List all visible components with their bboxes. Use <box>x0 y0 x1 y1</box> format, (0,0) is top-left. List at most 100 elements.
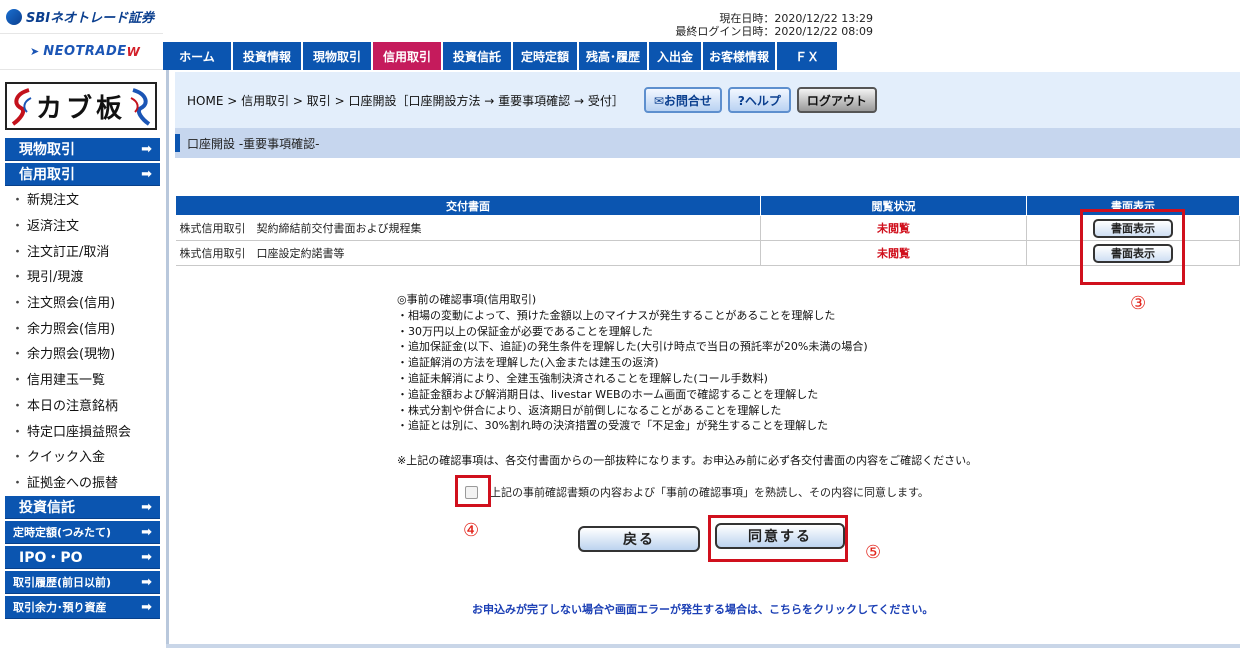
sidebar-teiji[interactable]: 定時定額(つみたて) ➡ <box>5 521 160 545</box>
sidebar-subitem[interactable]: ・注文訂正/取消 <box>5 237 163 263</box>
sidebar-subitem-label: 証拠金への振替 <box>27 475 119 491</box>
sidebar-shinyo-label: 信用取引 <box>19 167 75 183</box>
tab-3[interactable]: 信用取引 <box>373 42 443 70</box>
tab-6[interactable]: 残高･履歴 <box>579 42 649 70</box>
bullet-icon: ・ <box>11 193 25 209</box>
sidebar-rireki-label: 取引履歴(前日以前) <box>13 576 112 590</box>
tab-4[interactable]: 投資信託 <box>443 42 513 70</box>
sidebar-shinyo[interactable]: 信用取引 ➡ <box>5 163 160 186</box>
bottom-border <box>166 644 1240 648</box>
sidebar-teiji-label: 定時定額(つみたて) <box>13 526 112 540</box>
sidebar-yoryoku-label: 取引余力･預り資産 <box>13 601 107 615</box>
dragon-swirl-right-icon <box>130 88 151 126</box>
breadcrumb[interactable]: HOME > 信用取引 > 取引 > 口座開設［口座開設方法 → 重要事項確認 … <box>187 92 624 109</box>
tab-7[interactable]: 入出金 <box>649 42 703 70</box>
tab-2[interactable]: 現物取引 <box>303 42 373 70</box>
bullet-icon: ・ <box>11 398 25 414</box>
agree-text: 上記の事前確認書類の内容および「事前の確認事項」を熟読し、その内容に同意します。 <box>490 486 929 499</box>
left-sidebar: SBIネオトレード証券 ➤ NEOTRADE W カブ板 現物取引 ➡ 信用取引… <box>0 0 163 648</box>
highlight-box-4 <box>455 475 491 507</box>
content-divider <box>166 70 169 648</box>
col-view-status: 閲覧状況 <box>760 195 1027 216</box>
section-marker <box>175 134 180 152</box>
neotrade-logo[interactable]: ➤ NEOTRADE W <box>0 34 163 70</box>
sidebar-subitem[interactable]: ・信用建玉一覧 <box>5 366 163 392</box>
sidebar-subitem[interactable]: ・返済注文 <box>5 212 163 238</box>
sidebar-subitem[interactable]: ・本日の注意銘柄 <box>5 392 163 418</box>
arrow-right-icon: ➡ <box>141 599 152 615</box>
kabuita-text: カブ板 <box>35 93 126 124</box>
sidebar-subitem-label: 現引/現渡 <box>27 270 84 286</box>
time-info: 現在日時：2020/12/22 13:29 最終ログイン日時：2020/12/2… <box>643 12 873 38</box>
neotrade-arrow-icon: ➤ <box>30 45 40 58</box>
document-name: 株式信用取引 口座設定約諾書等 <box>175 240 761 266</box>
note-line: ・追証解消の方法を理解した(入金または建玉の返済) <box>397 356 659 370</box>
document-name: 株式信用取引 契約締結前交付書面および規程集 <box>175 215 761 241</box>
current-time: 現在日時：2020/12/22 13:29 <box>719 12 873 25</box>
tab-9[interactable]: ＦＸ <box>777 42 839 70</box>
sbi-logo[interactable]: SBIネオトレード証券 <box>0 0 163 34</box>
sidebar-subitem-label: 余力照会(現物) <box>27 347 116 363</box>
sidebar-ipo[interactable]: IPO・PO ➡ <box>5 546 160 570</box>
arrow-right-icon: ➡ <box>141 524 152 540</box>
sidebar-subitem-label: 注文訂正/取消 <box>27 244 110 260</box>
sbi-logo-text: SBIネオトレード証券 <box>26 11 155 26</box>
note-line: ・追証金額および解消期日は、livestar WEBのホーム画面で確認することを… <box>397 387 819 401</box>
view-status: 未閲覧 <box>760 240 1027 266</box>
note-line: ◎事前の確認事項(信用取引) <box>397 293 537 306</box>
error-help-link[interactable]: お申込みが完了しない場合や画面エラーが発生する場合は、こちらをクリックしてくださ… <box>472 601 933 617</box>
tab-5[interactable]: 定時定額 <box>513 42 579 70</box>
sidebar-subitem-label: 本日の注意銘柄 <box>27 398 119 414</box>
kabuita-banner[interactable]: カブ板 <box>5 82 157 130</box>
note-line: ・相場の変動によって、預けた金額以上のマイナスが発生することがあることを理解した <box>397 308 836 322</box>
sidebar-toushin-label: 投資信託 <box>19 500 75 517</box>
logout-button[interactable]: ログアウト <box>796 87 877 113</box>
sidebar-subitem[interactable]: ・新規注文 <box>5 186 163 212</box>
confirmation-notes: ◎事前の確認事項(信用取引) ・相場の変動によって、預けた金額以上のマイナスが発生… <box>397 292 868 434</box>
bullet-icon: ・ <box>11 244 25 260</box>
sidebar-genbutsu[interactable]: 現物取引 ➡ <box>5 138 160 161</box>
arrow-right-icon: ➡ <box>141 549 152 565</box>
sidebar-subitem[interactable]: ・証拠金への振替 <box>5 469 163 495</box>
sidebar-yoryoku[interactable]: 取引余力･預り資産 ➡ <box>5 596 160 620</box>
sidebar-subitem[interactable]: ・特定口座損益照会 <box>5 417 163 443</box>
sidebar-subitem[interactable]: ・現引/現渡 <box>5 263 163 289</box>
tab-0[interactable]: ホーム <box>163 42 233 70</box>
sidebar-subitem[interactable]: ・余力照会(現物) <box>5 340 163 366</box>
sidebar-subitem-label: 新規注文 <box>27 193 80 209</box>
bullet-icon: ・ <box>11 347 25 363</box>
footnote: ※上記の確認事項は、各交付書面からの一部抜粋になります。お申込み前に必ず各交付書… <box>397 454 978 467</box>
section-title: 口座開設 -重要事項確認- <box>187 136 320 151</box>
bullet-icon: ・ <box>11 270 25 286</box>
bullet-icon: ・ <box>11 424 25 440</box>
sidebar-subitem[interactable]: ・余力照会(信用) <box>5 314 163 340</box>
back-button[interactable]: 戻る <box>578 526 700 552</box>
col-document: 交付書面 <box>175 195 761 216</box>
sidebar-subitem-label: 特定口座損益照会 <box>27 424 132 440</box>
tab-1[interactable]: 投資情報 <box>233 42 303 70</box>
arrow-right-icon: ➡ <box>141 166 152 182</box>
highlight-box-5 <box>708 515 848 562</box>
sidebar-subitem[interactable]: ・クイック入金 <box>5 443 163 469</box>
sidebar-subitem-label: 余力照会(信用) <box>27 321 116 337</box>
top-header: 現在日時：2020/12/22 13:29 最終ログイン日時：2020/12/2… <box>163 0 1240 70</box>
neotrade-w-mark: W <box>126 44 140 59</box>
help-button[interactable]: ?ヘルプ <box>727 87 791 113</box>
sidebar-genbutsu-label: 現物取引 <box>19 142 75 158</box>
sidebar-rireki[interactable]: 取引履歴(前日以前) ➡ <box>5 571 160 595</box>
note-line: ・追証とは別に、30%割れ時の決済措置の受渡で「不足金」が発生することを理解した <box>397 419 829 433</box>
bullet-icon: ・ <box>11 475 25 491</box>
tab-8[interactable]: お客様情報 <box>703 42 777 70</box>
sidebar-subitem[interactable]: ・注文照会(信用) <box>5 289 163 315</box>
inquiry-button[interactable]: ✉お問合せ <box>643 87 722 113</box>
sidebar-shinyo-submenu: ・新規注文・返済注文・注文訂正/取消・現引/現渡・注文照会(信用) ・余力照会(信… <box>5 186 163 494</box>
note-line: ・株式分割や併合により、返済期日が前倒しになることがあることを理解した <box>397 403 782 417</box>
sbi-logo-icon <box>6 8 22 25</box>
marker-3: ③ <box>1130 293 1147 314</box>
section-header: 口座開設 -重要事項確認- <box>175 128 1240 158</box>
sidebar-subitem-label: 注文照会(信用) <box>27 296 116 312</box>
sidebar-toushin[interactable]: 投資信託 ➡ <box>5 496 160 520</box>
marker-4: ④ <box>463 520 480 541</box>
main-tabs: ホーム 投資情報 現物取引 信用取引 投資信託 定時定額 残高･履歴 入出金 お客様情報 ＦＸ <box>163 42 839 70</box>
bullet-icon: ・ <box>11 296 25 312</box>
